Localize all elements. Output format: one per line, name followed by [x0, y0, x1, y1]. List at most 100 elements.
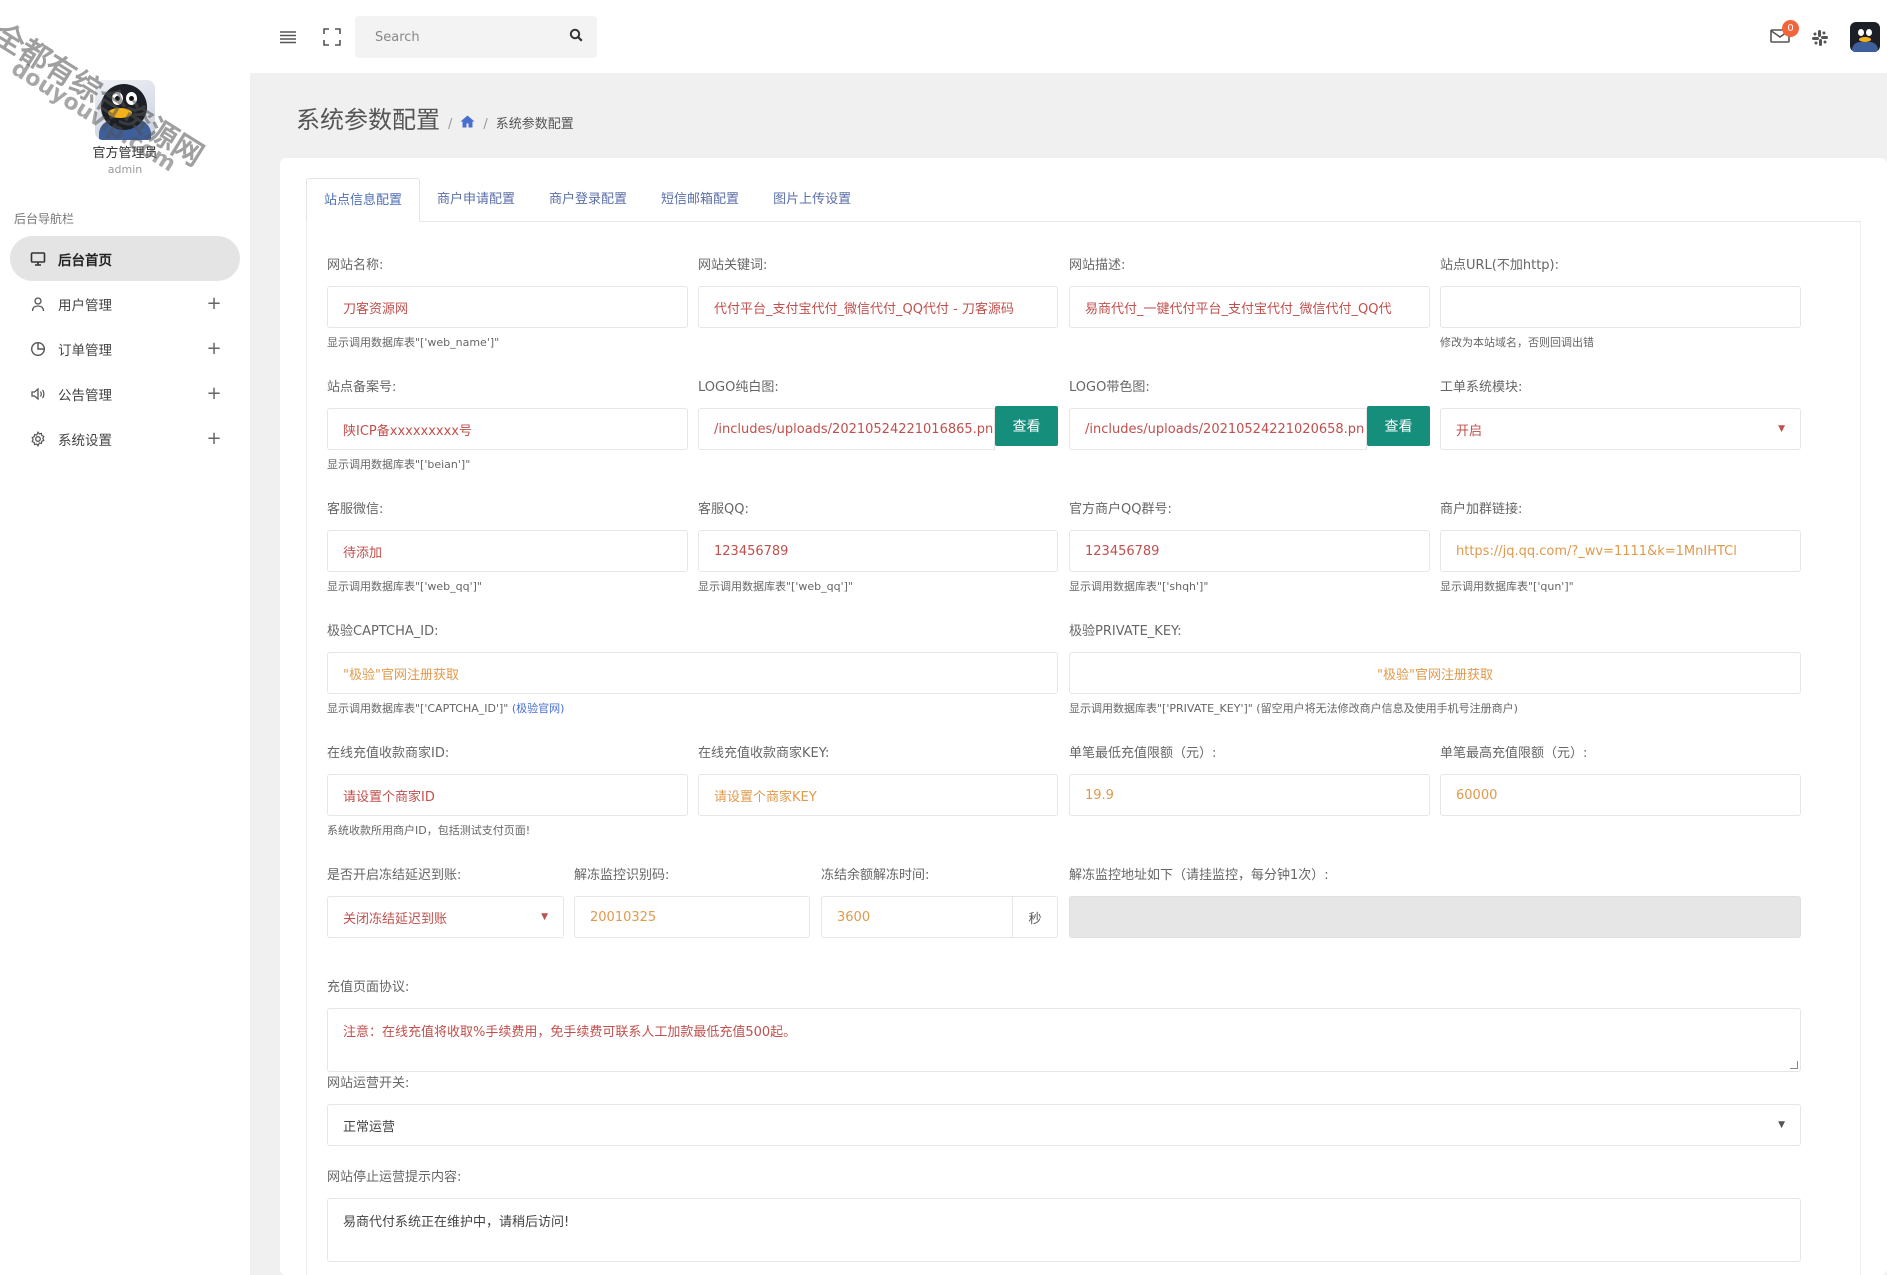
min-recharge-input[interactable]: 19.9 [1069, 774, 1430, 816]
tab-site-info[interactable]: 站点信息配置 [306, 178, 421, 222]
topbar: 0 [250, 0, 1887, 73]
view-logo-white-button[interactable]: 查看 [995, 406, 1058, 446]
recharge-agreement-textarea[interactable]: 注意：在线充值将收取%手续费用，免手续费可联系人工加款最低充值500起。 [327, 1008, 1801, 1072]
sidebar-item-announcements[interactable]: 公告管理 + [10, 371, 240, 416]
field-freeze-delay: 是否开启冻结延迟到账: 关闭冻结延迟到账 ▼ [327, 864, 564, 938]
field-stop-notice: 网站停止运营提示内容: 易商代付系统正在维护中，请稍后访问! [327, 1166, 1801, 1262]
field-label: 网站描述: [1069, 258, 1126, 273]
field-label: 客服QQ: [698, 502, 749, 517]
field-label: 商户加群链接: [1440, 502, 1523, 517]
apps-button[interactable] [1810, 28, 1830, 52]
freeze-delay-select[interactable]: 关闭冻结延迟到账 ▼ [327, 896, 564, 938]
beian-input[interactable]: 陕ICP备xxxxxxxxx号 [327, 408, 688, 450]
field-label: 解冻监控地址如下（请挂监控，每分钟1次）: [1069, 868, 1329, 883]
select-value: 开启 [1456, 423, 1483, 439]
keywords-input[interactable]: 代付平台_支付宝代付_微信代付_QQ代付 - 刀客源码 [698, 286, 1058, 328]
merchant-id-input[interactable]: 请设置个商家ID [327, 774, 688, 816]
field-label: LOGO纯白图: [698, 380, 779, 395]
tab-merchant-login[interactable]: 商户登录配置 [532, 178, 644, 222]
speaker-icon [28, 384, 48, 404]
tab-merchant-apply[interactable]: 商户申请配置 [420, 178, 532, 222]
web-name-input[interactable]: 刀客资源网 [327, 286, 688, 328]
field-site-url: 站点URL(不加http): 修改为本站域名，否则回调出错 [1440, 254, 1801, 350]
field-min-recharge: 单笔最低充值限额（元）: 19.9 [1069, 742, 1430, 816]
stop-notice-textarea[interactable]: 易商代付系统正在维护中，请稍后访问! [327, 1198, 1801, 1262]
monitor-icon [28, 249, 48, 269]
description-input[interactable]: 易商代付_一键代付平台_支付宝代付_微信代付_QQ代 [1069, 286, 1430, 328]
logo-white-input[interactable]: /includes/uploads/20210524221016865.pn [698, 408, 995, 450]
expand-icon[interactable]: + [206, 383, 222, 404]
pie-chart-icon [28, 339, 48, 359]
unfreeze-time-input[interactable]: 3600 [821, 896, 1013, 938]
user-avatar[interactable] [1850, 22, 1880, 52]
sidebar-item-users[interactable]: 用户管理 + [10, 281, 240, 326]
qq-group-input[interactable]: 123456789 [1069, 530, 1430, 572]
sidebar-item-settings[interactable]: 系统设置 + [10, 416, 240, 461]
site-switch-select[interactable]: 正常运营 ▼ [327, 1104, 1801, 1146]
field-help: 显示调用数据库表"['beian']" [327, 458, 471, 471]
unfreeze-url-input[interactable] [1069, 896, 1801, 938]
field-label: 解冻监控识别码: [574, 868, 670, 883]
seconds-suffix: 秒 [1013, 896, 1058, 938]
sidebar-item-dashboard[interactable]: 后台首页 [10, 236, 240, 281]
help-text: 显示调用数据库表"['CAPTCHA_ID']" [327, 702, 509, 715]
field-label: LOGO带色图: [1069, 380, 1150, 395]
logo-color-input[interactable]: /includes/uploads/20210524221020658.pn [1069, 408, 1367, 450]
profile-role: admin [107, 163, 143, 176]
sidebar-item-label: 系统设置 [58, 432, 112, 449]
geetest-link[interactable]: (极验官网) [512, 702, 565, 715]
home-icon[interactable] [460, 115, 475, 132]
fullscreen-button[interactable] [319, 24, 345, 50]
profile-name: 官方管理员 [92, 146, 158, 161]
field-qq-group: 官方商户QQ群号: 123456789 显示调用数据库表"['shqh']" [1069, 498, 1430, 594]
field-web-name: 网站名称: 刀客资源网 显示调用数据库表"['web_name']" [327, 254, 688, 350]
captcha-id-input[interactable]: "极验"官网注册获取 [327, 652, 1058, 694]
avatar[interactable] [95, 80, 155, 140]
caret-down-icon: ▼ [541, 912, 548, 922]
nav-heading: 后台导航栏 [14, 212, 75, 226]
fullscreen-icon [323, 28, 341, 46]
sidebar-item-orders[interactable]: 订单管理 + [10, 326, 240, 371]
site-url-input[interactable] [1440, 286, 1801, 328]
field-label: 站点备案号: [327, 380, 397, 395]
group-link-input[interactable]: https://jq.qq.com/?_wv=1111&k=1MnIHTCl [1440, 530, 1801, 572]
field-merchant-id: 在线充值收款商家ID: 请设置个商家ID 系统收款所用商户ID，包括测试支付页面… [327, 742, 688, 838]
field-site-switch: 网站运营开关: 正常运营 ▼ [327, 1072, 1801, 1146]
mail-button[interactable]: 0 [1770, 20, 1799, 48]
tab-image-upload[interactable]: 图片上传设置 [756, 178, 868, 222]
search-input[interactable] [375, 29, 569, 45]
field-help: 显示调用数据库表"['qun']" [1440, 580, 1574, 593]
field-label: 冻结余额解冻时间: [821, 868, 930, 883]
unfreeze-code-input[interactable]: 20010325 [574, 896, 810, 938]
merchant-key-input[interactable]: 请设置个商家KEY [698, 774, 1058, 816]
field-label: 在线充值收款商家ID: [327, 746, 450, 761]
menu-toggle-button[interactable] [275, 24, 301, 50]
page-title: 系统参数配置 [296, 106, 440, 134]
wechat-input[interactable]: 待添加 [327, 530, 688, 572]
field-unfreeze-url: 解冻监控地址如下（请挂监控，每分钟1次）: [1069, 864, 1801, 938]
field-label: 站点URL(不加http): [1440, 258, 1559, 273]
qq-input[interactable]: 123456789 [698, 530, 1058, 572]
private-key-input[interactable]: "极验"官网注册获取 [1069, 652, 1801, 694]
tab-sms-email[interactable]: 短信邮箱配置 [644, 178, 756, 222]
caret-down-icon: ▼ [1778, 1120, 1785, 1130]
field-qq: 客服QQ: 123456789 显示调用数据库表"['web_qq']" [698, 498, 1058, 594]
resize-handle[interactable] [1790, 1061, 1798, 1069]
hamburger-icon [280, 31, 296, 44]
sidebar-nav: 后台首页 用户管理 + 订单管理 + 公告管理 + 系统设置 + [10, 236, 240, 461]
breadcrumb-current: 系统参数配置 [495, 117, 574, 132]
field-label: 官方商户QQ群号: [1069, 502, 1172, 517]
ticket-module-select[interactable]: 开启 ▼ [1440, 408, 1801, 450]
field-label: 网站运营开关: [327, 1076, 410, 1091]
field-help: 显示调用数据库表"['CAPTCHA_ID']" (极验官网) [327, 700, 1058, 716]
field-description: 网站描述: 易商代付_一键代付平台_支付宝代付_微信代付_QQ代 [1069, 254, 1430, 328]
user-icon [28, 294, 48, 314]
expand-icon[interactable]: + [206, 293, 222, 314]
select-value: 关闭冻结延迟到账 [343, 911, 448, 927]
expand-icon[interactable]: + [206, 338, 222, 359]
search-icon[interactable] [569, 28, 583, 46]
max-recharge-input[interactable]: 60000 [1440, 774, 1801, 816]
expand-icon[interactable]: + [206, 428, 222, 449]
field-label: 网站名称: [327, 258, 384, 273]
view-logo-color-button[interactable]: 查看 [1367, 406, 1430, 446]
